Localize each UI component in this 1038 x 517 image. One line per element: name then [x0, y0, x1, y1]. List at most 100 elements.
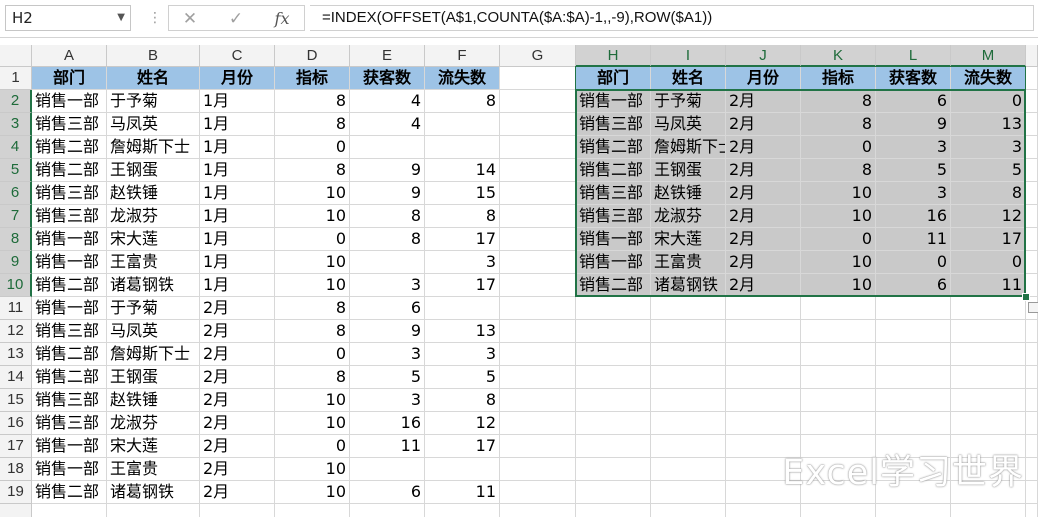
cell-j10[interactable]: 2月	[726, 274, 801, 297]
cell-f18[interactable]	[425, 458, 500, 481]
empty-cell[interactable]	[951, 412, 1026, 435]
cell-b19[interactable]: 诸葛钢铁	[107, 481, 200, 504]
empty-cell[interactable]	[651, 412, 726, 435]
cell-m5[interactable]: 5	[951, 159, 1026, 182]
empty-cell[interactable]	[801, 343, 876, 366]
cell-m6[interactable]: 8	[951, 182, 1026, 205]
column-header-l[interactable]: L	[876, 45, 951, 67]
cell-c6[interactable]: 1月	[200, 182, 275, 205]
row-header-2[interactable]: 2	[0, 90, 32, 113]
cell-j8[interactable]: 2月	[726, 228, 801, 251]
row-header-17[interactable]: 17	[0, 435, 32, 458]
cell-a4[interactable]: 销售二部	[32, 136, 107, 159]
cell-d15[interactable]: 10	[275, 389, 350, 412]
empty-cell[interactable]	[1026, 412, 1038, 435]
empty-cell[interactable]	[500, 67, 576, 90]
empty-cell[interactable]	[576, 297, 651, 320]
row-header-14[interactable]: 14	[0, 366, 32, 389]
column-header-d[interactable]: D	[275, 45, 350, 67]
cell-c13[interactable]: 2月	[200, 343, 275, 366]
empty-cell[interactable]	[500, 389, 576, 412]
cell-l2[interactable]: 6	[876, 90, 951, 113]
cell-f7[interactable]: 8	[425, 205, 500, 228]
empty-cell[interactable]	[1026, 504, 1038, 517]
empty-cell[interactable]	[576, 435, 651, 458]
cell-b2[interactable]: 于予菊	[107, 90, 200, 113]
cell-a11[interactable]: 销售一部	[32, 297, 107, 320]
cell-c7[interactable]: 1月	[200, 205, 275, 228]
empty-cell[interactable]	[726, 343, 801, 366]
cell-m2[interactable]: 0	[951, 90, 1026, 113]
cell-b1[interactable]: 姓名	[107, 67, 200, 90]
empty-cell[interactable]	[500, 504, 576, 517]
row-header-12[interactable]: 12	[0, 320, 32, 343]
cell-k10[interactable]: 10	[801, 274, 876, 297]
empty-cell[interactable]	[576, 458, 651, 481]
empty-cell[interactable]	[876, 389, 951, 412]
cell-c1[interactable]: 月份	[200, 67, 275, 90]
cell-i6[interactable]: 赵铁锤	[651, 182, 726, 205]
cell-j2[interactable]: 2月	[726, 90, 801, 113]
cell-c9[interactable]: 1月	[200, 251, 275, 274]
cell-f19[interactable]: 11	[425, 481, 500, 504]
cell-m7[interactable]: 12	[951, 205, 1026, 228]
drag-handle-icon[interactable]: ⋮	[148, 10, 162, 26]
empty-cell[interactable]	[32, 504, 107, 517]
empty-cell[interactable]	[1026, 228, 1038, 251]
cell-d7[interactable]: 10	[275, 205, 350, 228]
empty-cell[interactable]	[1026, 343, 1038, 366]
row-header-10[interactable]: 10	[0, 274, 32, 297]
cell-k1[interactable]: 指标	[801, 67, 876, 90]
cell-a9[interactable]: 销售一部	[32, 251, 107, 274]
row-header-19[interactable]: 19	[0, 481, 32, 504]
empty-cell[interactable]	[1026, 205, 1038, 228]
cell-e1[interactable]: 获客数	[350, 67, 425, 90]
name-box[interactable]: H2 ▼	[5, 5, 131, 31]
empty-cell[interactable]	[1026, 366, 1038, 389]
cell-l9[interactable]: 0	[876, 251, 951, 274]
cell-b15[interactable]: 赵铁锤	[107, 389, 200, 412]
empty-cell[interactable]	[500, 366, 576, 389]
cell-c12[interactable]: 2月	[200, 320, 275, 343]
cell-f5[interactable]: 14	[425, 159, 500, 182]
column-header-b[interactable]: B	[107, 45, 200, 67]
cell-f6[interactable]: 15	[425, 182, 500, 205]
cell-e16[interactable]: 16	[350, 412, 425, 435]
cell-k9[interactable]: 10	[801, 251, 876, 274]
empty-cell[interactable]	[726, 504, 801, 517]
cell-a3[interactable]: 销售三部	[32, 113, 107, 136]
cell-d9[interactable]: 10	[275, 251, 350, 274]
empty-cell[interactable]	[1026, 320, 1038, 343]
row-header-18[interactable]: 18	[0, 458, 32, 481]
empty-cell[interactable]	[876, 504, 951, 517]
empty-cell[interactable]	[500, 481, 576, 504]
cell-c5[interactable]: 1月	[200, 159, 275, 182]
cell-j7[interactable]: 2月	[726, 205, 801, 228]
cell-d6[interactable]: 10	[275, 182, 350, 205]
cell-c3[interactable]: 1月	[200, 113, 275, 136]
cell-d12[interactable]: 8	[275, 320, 350, 343]
row-header-11[interactable]: 11	[0, 297, 32, 320]
empty-cell[interactable]	[576, 389, 651, 412]
cell-h7[interactable]: 销售三部	[576, 205, 651, 228]
empty-cell[interactable]	[726, 366, 801, 389]
cell-e19[interactable]: 6	[350, 481, 425, 504]
cell-b5[interactable]: 王钢蛋	[107, 159, 200, 182]
cell-d14[interactable]: 8	[275, 366, 350, 389]
cell-j1[interactable]: 月份	[726, 67, 801, 90]
empty-cell[interactable]	[876, 412, 951, 435]
cell-f12[interactable]: 13	[425, 320, 500, 343]
empty-cell[interactable]	[651, 320, 726, 343]
cell-b7[interactable]: 龙淑芬	[107, 205, 200, 228]
empty-cell[interactable]	[576, 320, 651, 343]
cell-c18[interactable]: 2月	[200, 458, 275, 481]
cell-e11[interactable]: 6	[350, 297, 425, 320]
empty-cell[interactable]	[500, 274, 576, 297]
enter-icon[interactable]: ✓	[223, 7, 249, 31]
cell-e4[interactable]	[350, 136, 425, 159]
empty-cell[interactable]	[500, 205, 576, 228]
insert-function-icon[interactable]: fx	[269, 7, 295, 31]
cell-i9[interactable]: 王富贵	[651, 251, 726, 274]
empty-cell[interactable]	[576, 481, 651, 504]
cell-a6[interactable]: 销售三部	[32, 182, 107, 205]
